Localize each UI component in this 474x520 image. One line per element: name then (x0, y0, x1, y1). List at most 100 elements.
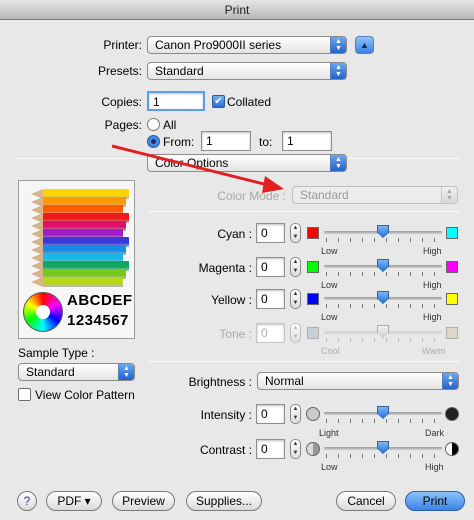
printer-label: Printer: (103, 38, 142, 52)
yellow-low-label: Low (321, 312, 338, 322)
separator (148, 361, 460, 362)
low-contrast-icon (306, 442, 320, 456)
copies-label: Copies: (101, 95, 142, 109)
magenta-slider-knob[interactable] (377, 259, 389, 272)
slider-ticks (326, 304, 440, 308)
pages-from-radio[interactable] (147, 135, 160, 148)
pages-all-label: All (163, 118, 177, 132)
tone-label: Tone : (219, 327, 252, 341)
preview-digits: 1234567 (67, 312, 129, 329)
tone-stepper[interactable]: ▲ ▼ (290, 323, 301, 343)
cyan-swatch (446, 227, 458, 239)
magenta-field[interactable]: 0 (256, 257, 285, 277)
color-mode-label: Color Mode : (217, 189, 286, 203)
yellow-stepper[interactable]: ▲ ▼ (290, 289, 301, 309)
disclosure-button[interactable]: ▲ (355, 36, 374, 54)
slider-ticks (326, 454, 440, 458)
triangle-up-icon: ▲ (360, 40, 369, 50)
magenta-swatch (446, 261, 458, 273)
window-title: Print (0, 0, 474, 20)
light-circle-icon (306, 407, 320, 421)
pencil (31, 277, 123, 287)
cyan-stepper[interactable]: ▲ ▼ (290, 223, 301, 243)
wheel-center (36, 305, 50, 319)
section-value: Color Options (155, 156, 229, 170)
cyan-field[interactable]: 0 (256, 223, 285, 243)
section-popup[interactable]: Color Options ▲ ▼ (147, 154, 347, 172)
cool-swatch (307, 327, 319, 339)
pages-from-field[interactable]: 1 (201, 131, 251, 151)
popup-arrows-icon: ▲ ▼ (118, 364, 134, 380)
sample-type-label: Sample Type : (18, 346, 95, 360)
cyan-high-label: High (423, 246, 442, 256)
intensity-label: Intensity : (200, 408, 252, 422)
preview-letters: ABCDEF (67, 292, 133, 309)
yellow-label: Yellow : (211, 293, 252, 307)
help-icon: ? (23, 494, 31, 508)
contrast-label: Contrast : (199, 443, 252, 457)
intensity-stepper[interactable]: ▲ ▼ (290, 404, 301, 424)
collated-label: Collated (227, 95, 272, 109)
contrast-high-label: High (425, 462, 444, 472)
tone-field[interactable]: 0 (256, 323, 285, 343)
slider-ticks (326, 238, 440, 242)
intensity-low-label: Light (319, 428, 339, 438)
collated-checkbox[interactable]: ✔ (212, 95, 225, 108)
view-pattern-checkbox[interactable] (18, 388, 31, 401)
popup-arrows-icon: ▲ ▼ (330, 155, 346, 171)
copies-field[interactable]: 1 (147, 91, 205, 111)
pages-label: Pages: (104, 118, 142, 132)
high-contrast-icon (445, 442, 459, 456)
brightness-value: Normal (265, 374, 304, 388)
cyan-slider-knob[interactable] (377, 225, 389, 238)
help-button[interactable]: ? (17, 491, 37, 511)
intensity-field[interactable]: 0 (256, 404, 285, 424)
contrast-stepper[interactable]: ▲ ▼ (290, 439, 301, 459)
yellow-slider-knob[interactable] (377, 291, 389, 304)
color-mode-popup[interactable]: Standard ▲ ▼ (292, 186, 458, 204)
sample-preview-image: ABCDEF 1234567 (18, 180, 135, 339)
checkmark-icon: ✔ (214, 96, 223, 107)
pages-to-field[interactable]: 1 (282, 131, 332, 151)
magenta-label: Magenta : (198, 261, 252, 275)
preview-button[interactable]: Preview (112, 491, 175, 511)
cyan-low-label: Low (321, 246, 338, 256)
contrast-low-label: Low (321, 462, 338, 472)
tone-high-label: Warm (422, 346, 446, 356)
magenta-stepper[interactable]: ▲ ▼ (290, 257, 301, 277)
yellow-field[interactable]: 0 (256, 289, 285, 309)
magenta-low-label: Low (321, 280, 338, 290)
popup-arrows-icon: ▲ ▼ (330, 37, 346, 53)
warm-swatch (446, 327, 458, 339)
intensity-slider-knob[interactable] (377, 406, 389, 419)
green-swatch (307, 261, 319, 273)
brightness-popup[interactable]: Normal ▲ ▼ (257, 372, 459, 390)
printer-popup[interactable]: Canon Pro9000II series ▲ ▼ (147, 36, 347, 54)
view-pattern-label: View Color Pattern (35, 388, 135, 402)
popup-arrows-icon: ▲ ▼ (330, 63, 346, 79)
sample-type-popup[interactable]: Standard ▲ ▼ (18, 363, 135, 381)
pages-to-label: to: (259, 135, 273, 149)
supplies-button[interactable]: Supplies... (186, 491, 262, 511)
dark-circle-icon (445, 407, 459, 421)
pdf-menu-button[interactable]: PDF ▾ (46, 491, 102, 511)
tone-slider-knob[interactable] (377, 325, 389, 338)
color-wheel-icon (23, 292, 63, 332)
yellow-swatch (446, 293, 458, 305)
cyan-label: Cyan : (217, 227, 252, 241)
magenta-high-label: High (423, 280, 442, 290)
contrast-slider-knob[interactable] (377, 441, 389, 454)
cancel-button[interactable]: Cancel (336, 491, 396, 511)
brightness-label: Brightness : (188, 375, 252, 389)
yellow-high-label: High (423, 312, 442, 322)
tone-low-label: Cool (321, 346, 340, 356)
intensity-high-label: Dark (425, 428, 445, 438)
contrast-field[interactable]: 0 (256, 439, 285, 459)
popup-arrows-icon: ▲ ▼ (441, 187, 457, 203)
print-button[interactable]: Print (405, 491, 465, 511)
printer-value: Canon Pro9000II series (155, 38, 282, 52)
pages-all-radio[interactable] (147, 118, 160, 131)
slider-ticks (326, 272, 440, 276)
slider-ticks (326, 338, 440, 342)
presets-popup[interactable]: Standard ▲ ▼ (147, 62, 347, 80)
